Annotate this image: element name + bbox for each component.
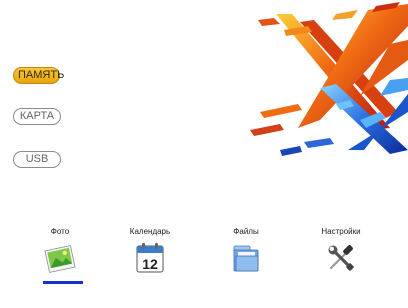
app-settings[interactable]: Настройки <box>306 226 376 286</box>
folder-icon <box>233 245 259 272</box>
settings-tools-icon <box>328 245 354 271</box>
calendar-day-number: 12 <box>142 256 158 272</box>
app-photo[interactable]: Фото <box>25 226 95 286</box>
selected-app-indicator <box>43 281 83 284</box>
app-calendar-label: Календарь <box>129 227 171 236</box>
calendar-icon: 12 <box>136 243 164 273</box>
app-files-label: Файлы <box>233 227 259 236</box>
app-files[interactable]: Файлы <box>211 226 281 286</box>
app-photo-label: Фото <box>50 227 70 236</box>
app-calendar[interactable]: Календарь 12 <box>115 226 185 286</box>
decorative-x-artwork <box>250 2 408 156</box>
app-settings-label: Настройки <box>321 227 361 236</box>
photo-icon <box>44 245 76 273</box>
source-usb-button[interactable]: USB <box>13 151 61 168</box>
source-card-button[interactable]: КАРТА <box>13 108 61 125</box>
source-memory-button[interactable]: ПАМЯТЬ <box>13 67 64 84</box>
